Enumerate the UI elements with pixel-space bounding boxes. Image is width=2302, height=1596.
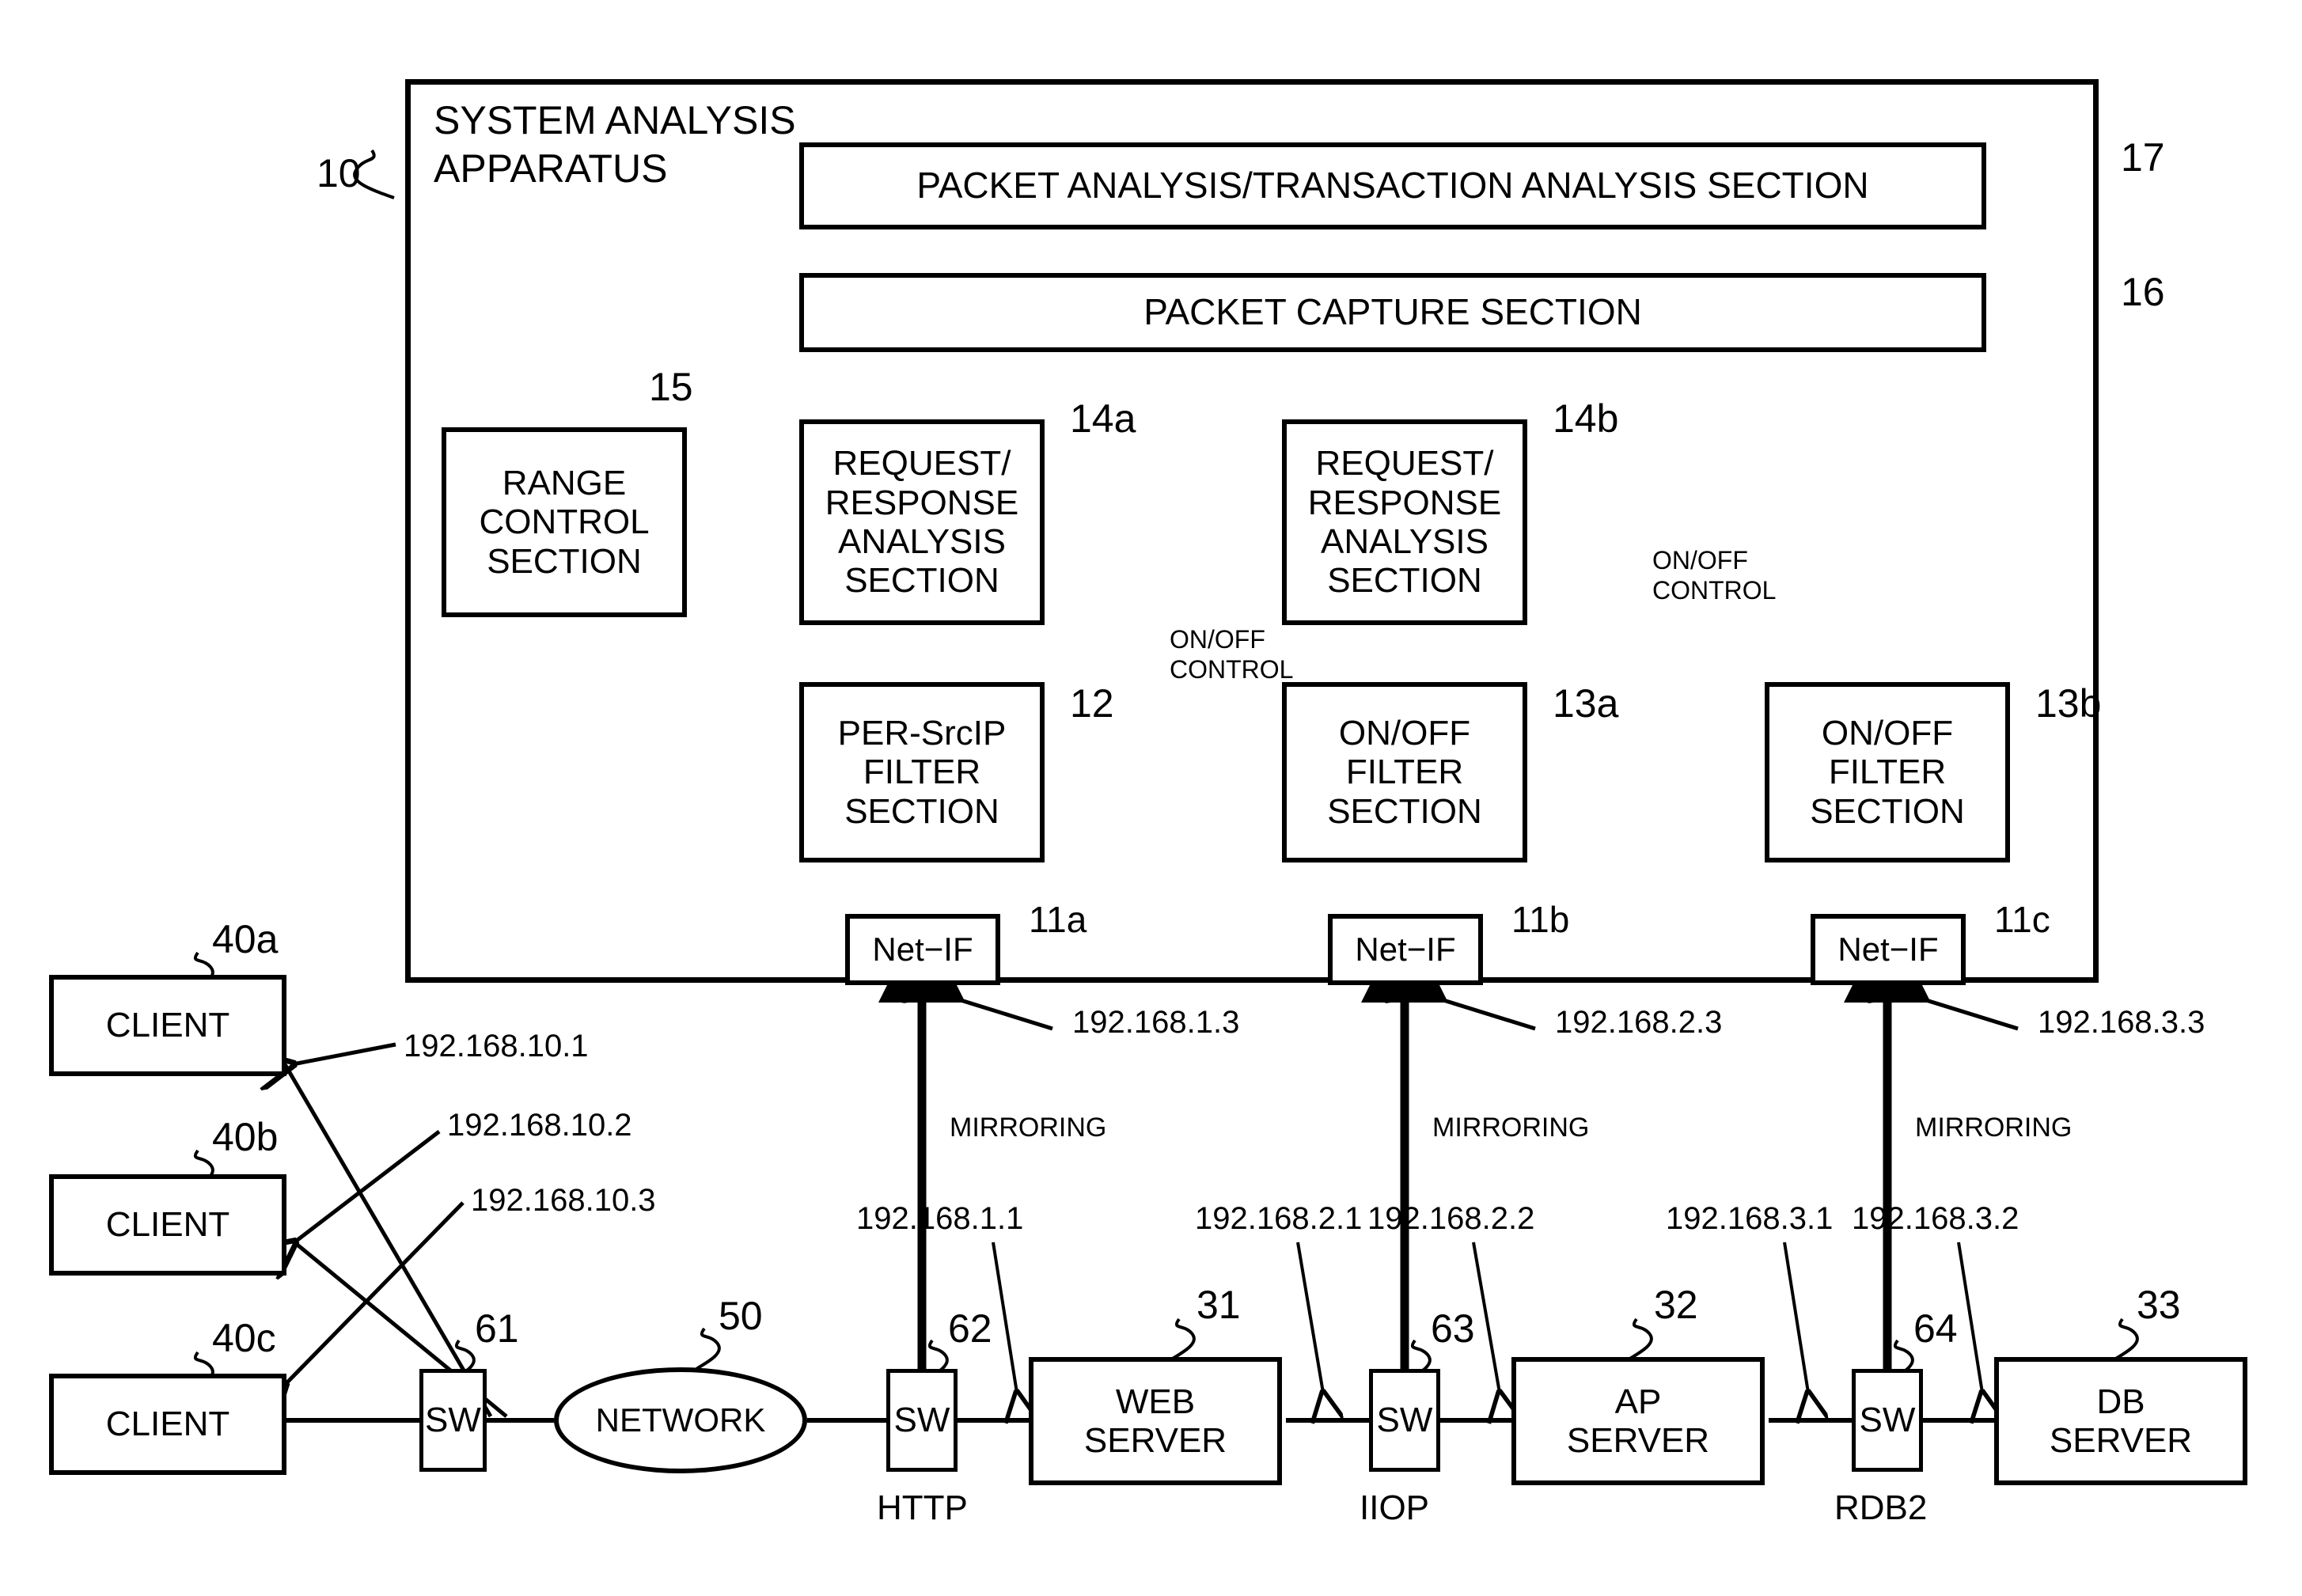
- switch-63[interactable]: SW: [1369, 1369, 1440, 1472]
- ref-32: 32: [1654, 1283, 1698, 1327]
- ref-40c: 40c: [212, 1316, 276, 1360]
- onoff-control-1-line1: ON/OFF: [1170, 625, 1265, 654]
- apparatus-title: SYSTEM ANALYSIS APPARATUS: [434, 97, 796, 193]
- server-ip-192-168-3-1: 192.168.3.1: [1666, 1201, 1834, 1236]
- netif-ip-c: 192.168.3.3: [2038, 1005, 2205, 1040]
- client-ip-40c: 192.168.10.3: [471, 1183, 656, 1218]
- server-ip-192-168-2-1: 192.168.2.1: [1195, 1201, 1363, 1236]
- onoff-control-2-line1: ON/OFF: [1652, 546, 1748, 574]
- client-40b[interactable]: CLIENT: [49, 1174, 286, 1276]
- apparatus-title-line1: SYSTEM ANALYSIS: [434, 98, 796, 142]
- ref-61: 61: [475, 1306, 519, 1351]
- onoff-filter-section-a[interactable]: ON/OFF FILTER SECTION: [1282, 682, 1527, 862]
- mirroring-label-c: MIRRORING: [1915, 1113, 2073, 1143]
- client-ip-40b: 192.168.10.2: [447, 1108, 632, 1143]
- ref-40b: 40b: [212, 1115, 279, 1159]
- netif-ip-a: 192.168.1.3: [1072, 1005, 1240, 1040]
- server-ip-192-168-2-2: 192.168.2.2: [1367, 1201, 1535, 1236]
- mirroring-label-b: MIRRORING: [1432, 1113, 1590, 1143]
- web-server[interactable]: WEB SERVER: [1029, 1357, 1282, 1485]
- onoff-control-label-2: ON/OFF CONTROL: [1652, 546, 1776, 606]
- request-response-analysis-section-a[interactable]: REQUEST/ RESPONSE ANALYSIS SECTION: [799, 419, 1045, 625]
- server-ip-192-168-1-1: 192.168.1.1: [856, 1201, 1024, 1236]
- protocol-iiop: IIOP: [1360, 1488, 1430, 1527]
- ref-11b: 11b: [1511, 899, 1570, 940]
- net-if-b[interactable]: Net−IF: [1328, 914, 1483, 985]
- onoff-control-label-1: ON/OFF CONTROL: [1170, 625, 1293, 685]
- ref-15: 15: [649, 365, 693, 409]
- diagram-canvas: SYSTEM ANALYSIS APPARATUS 10 PACKET ANAL…: [0, 0, 2302, 1596]
- net-if-c[interactable]: Net−IF: [1811, 914, 1966, 985]
- ref-62: 62: [948, 1306, 992, 1351]
- network-cloud[interactable]: NETWORK: [554, 1367, 807, 1473]
- netif-ip-b: 192.168.2.3: [1555, 1005, 1723, 1040]
- switch-62[interactable]: SW: [886, 1369, 958, 1472]
- onoff-control-1-line2: CONTROL: [1170, 654, 1294, 684]
- client-ip-40a: 192.168.10.1: [404, 1029, 589, 1063]
- ref-13b: 13b: [2035, 681, 2102, 726]
- ref-16: 16: [2121, 270, 2165, 314]
- ref-64: 64: [1913, 1306, 1958, 1351]
- net-if-a[interactable]: Net−IF: [845, 914, 1000, 985]
- ref-14a: 14a: [1070, 396, 1136, 441]
- ref-10: 10: [317, 151, 361, 195]
- request-response-analysis-section-b[interactable]: REQUEST/ RESPONSE ANALYSIS SECTION: [1282, 419, 1527, 625]
- mirroring-label-a: MIRRORING: [950, 1113, 1107, 1143]
- switch-61[interactable]: SW: [419, 1369, 487, 1472]
- ref-14b: 14b: [1553, 396, 1619, 441]
- protocol-rdb2: RDB2: [1834, 1488, 1928, 1527]
- switch-64[interactable]: SW: [1852, 1369, 1923, 1472]
- ap-server[interactable]: AP SERVER: [1511, 1357, 1765, 1485]
- protocol-http: HTTP: [877, 1488, 968, 1527]
- ref-11a: 11a: [1029, 899, 1087, 940]
- ref-33: 33: [2137, 1283, 2181, 1327]
- client-40a[interactable]: CLIENT: [49, 975, 286, 1076]
- server-ip-192-168-3-2: 192.168.3.2: [1852, 1201, 2019, 1236]
- db-server[interactable]: DB SERVER: [1994, 1357, 2247, 1485]
- packet-capture-section[interactable]: PACKET CAPTURE SECTION: [799, 273, 1986, 352]
- ref-12: 12: [1070, 681, 1114, 726]
- ref-17: 17: [2121, 135, 2165, 180]
- ref-13a: 13a: [1553, 681, 1619, 726]
- apparatus-title-line2: APPARATUS: [434, 146, 668, 191]
- ref-40a: 40a: [212, 917, 279, 961]
- ref-11c: 11c: [1994, 899, 2050, 940]
- ref-50: 50: [719, 1294, 763, 1338]
- packet-analysis-transaction-analysis-section[interactable]: PACKET ANALYSIS/TRANSACTION ANALYSIS SEC…: [799, 142, 1986, 229]
- ref-31: 31: [1197, 1283, 1241, 1327]
- ref-63: 63: [1431, 1306, 1475, 1351]
- per-srcip-filter-section[interactable]: PER-SrcIP FILTER SECTION: [799, 682, 1045, 862]
- onoff-control-2-line2: CONTROL: [1652, 575, 1777, 605]
- client-40c[interactable]: CLIENT: [49, 1374, 286, 1475]
- onoff-filter-section-b[interactable]: ON/OFF FILTER SECTION: [1765, 682, 2010, 862]
- range-control-section[interactable]: RANGE CONTROL SECTION: [442, 427, 687, 617]
